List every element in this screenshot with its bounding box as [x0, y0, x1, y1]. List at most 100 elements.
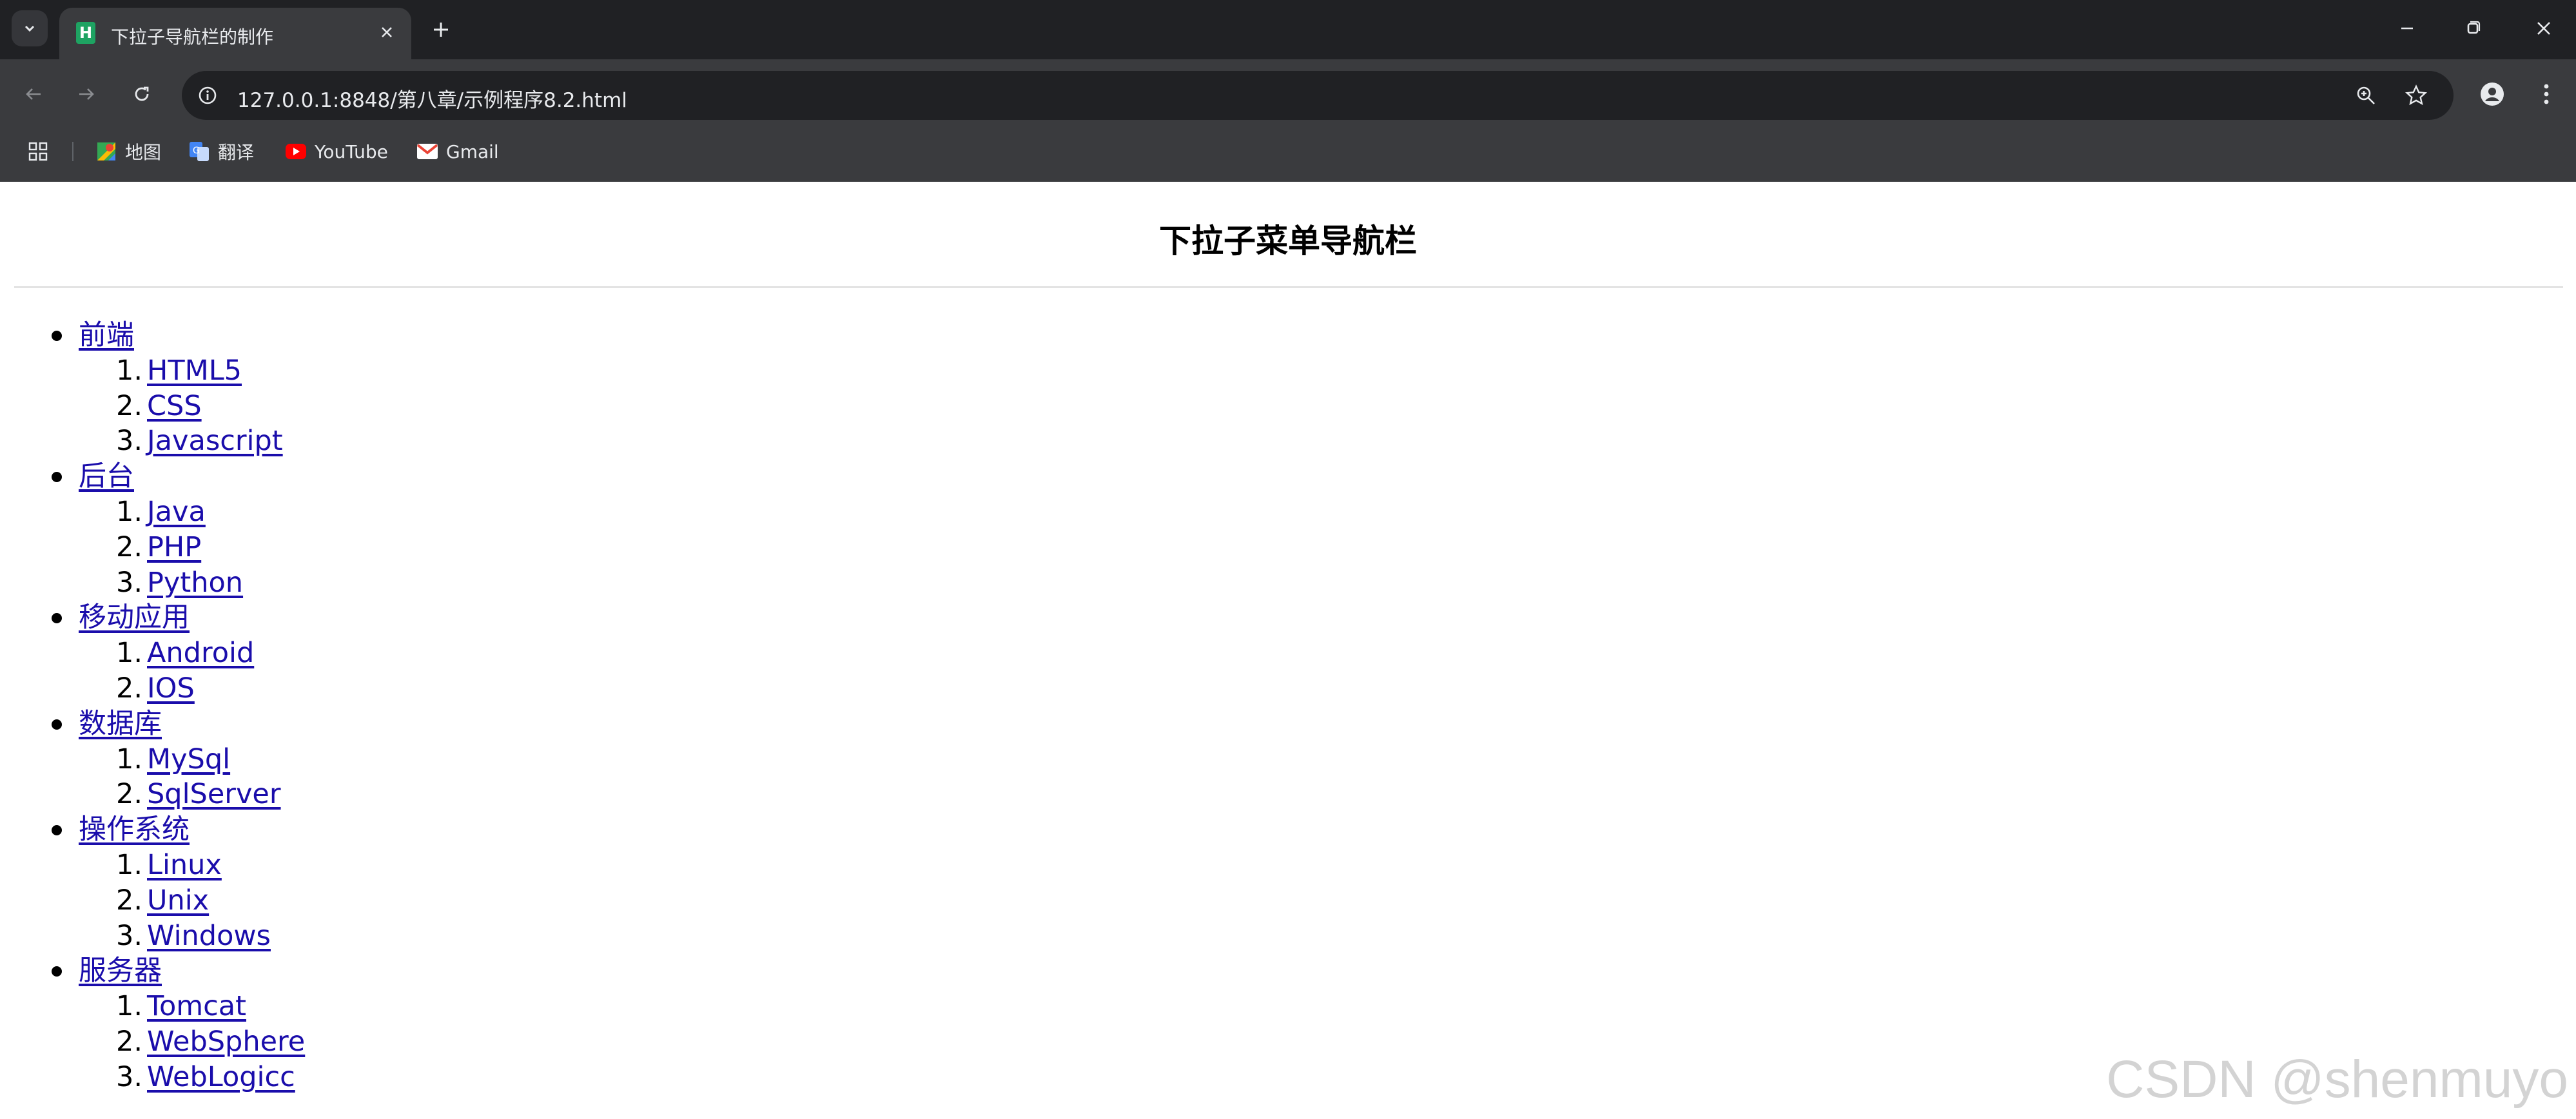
restore-icon [2467, 21, 2481, 34]
tab-strip: H 下拉子导航栏的制作 [0, 0, 2576, 61]
menu-link[interactable]: 数据库 [79, 708, 162, 740]
address-bar[interactable]: 127.0.0.1:8848/第八章/示例程序8.2.html [182, 71, 2454, 120]
menu-button[interactable] [2531, 79, 2562, 110]
menu-item-backend: 后台 1. Java 2. PHP 3. Python [0, 459, 305, 600]
submenu-item: 1. Android [116, 637, 255, 670]
submenu-item: 1. MySql [116, 743, 231, 775]
star-icon [2405, 84, 2427, 106]
apps-button[interactable] [27, 137, 49, 166]
submenu-item: 3. WebLogicc [116, 1060, 295, 1093]
submenu-link[interactable]: Unix [147, 884, 209, 917]
minimize-button[interactable] [2393, 14, 2421, 43]
plus-icon [434, 23, 448, 37]
submenu-link[interactable]: Python [147, 567, 243, 599]
bookmark-label: Gmail [446, 141, 499, 162]
menu-link[interactable]: 前端 [79, 319, 134, 351]
submenu-item: 1. Linux [116, 848, 222, 881]
submenu: 1. Java 2. PHP 3. Python [79, 494, 305, 600]
bookmark-youtube[interactable]: YouTube [285, 137, 388, 166]
submenu-link[interactable]: Tomcat [147, 990, 246, 1022]
tab-title: 下拉子导航栏的制作 [111, 26, 274, 48]
submenu: 1. Android 2. IOS [79, 636, 305, 706]
active-tab[interactable]: H 下拉子导航栏的制作 [59, 8, 411, 61]
submenu-link[interactable]: Windows [147, 920, 271, 952]
bookmark-gmail[interactable]: Gmail [416, 137, 499, 166]
back-button[interactable] [18, 79, 49, 110]
bookmark-star-button[interactable] [2403, 83, 2429, 108]
url-text[interactable]: 127.0.0.1:8848/第八章/示例程序8.2.html [237, 84, 627, 113]
submenu-item: 2. CSS [116, 389, 202, 422]
submenu-link[interactable]: Java [147, 496, 206, 528]
bookmark-translate[interactable]: G 翻译 [188, 137, 254, 166]
submenu-link[interactable]: Javascript [147, 425, 283, 457]
apps-grid-icon [28, 142, 48, 161]
arrow-left-icon [26, 88, 41, 100]
more-vert-icon [2544, 84, 2549, 104]
submenu-link[interactable]: WebSphere [147, 1026, 305, 1058]
zoom-button[interactable] [2353, 83, 2379, 108]
tab-search-button[interactable] [12, 10, 48, 46]
submenu-item: 1. Java [116, 495, 206, 528]
submenu: 1. Tomcat 2. WebSphere 3. WebLogicc [79, 989, 305, 1095]
reload-button[interactable] [126, 79, 157, 110]
submenu-link[interactable]: CSS [147, 390, 202, 422]
bookmark-label: 翻译 [218, 142, 255, 163]
translate-icon: G [188, 142, 210, 161]
forward-button[interactable] [71, 79, 102, 110]
menu-link[interactable]: 后台 [79, 460, 134, 492]
submenu-item: 1. Tomcat [116, 990, 247, 1023]
submenu-link[interactable]: Android [147, 637, 254, 669]
submenu-link[interactable]: HTML5 [147, 355, 242, 387]
avatar-icon [2481, 83, 2504, 106]
reload-icon [135, 86, 149, 101]
submenu-item: 2. Unix [116, 884, 210, 917]
svg-text:G: G [193, 146, 200, 156]
submenu: 1. HTML5 2. CSS 3. Javascript [79, 353, 305, 459]
bookmark-label: YouTube [315, 141, 388, 162]
bookmark-maps[interactable]: 地图 [95, 137, 161, 166]
submenu-link[interactable]: WebLogicc [147, 1061, 295, 1093]
window-close-button[interactable] [2530, 14, 2558, 43]
menu-item-server: 服务器 1. Tomcat 2. WebSphere 3. WebLogicc [0, 953, 305, 1095]
bookmark-label: 地图 [125, 142, 162, 163]
zoom-in-icon [2357, 86, 2375, 104]
menu-link[interactable]: 服务器 [79, 955, 162, 987]
close-icon [382, 27, 392, 37]
page-title: 下拉子菜单导航栏 [1159, 222, 1417, 260]
menu-link[interactable]: 移动应用 [79, 601, 190, 634]
close-icon [2537, 22, 2550, 35]
profile-button[interactable] [2477, 79, 2508, 110]
gmail-icon [416, 142, 438, 161]
arrow-right-icon [79, 88, 94, 100]
new-tab-button[interactable] [427, 15, 455, 44]
submenu-link[interactable]: PHP [147, 531, 201, 563]
restore-button[interactable] [2459, 14, 2487, 43]
info-icon [199, 86, 217, 104]
submenu-link[interactable]: IOS [147, 672, 195, 705]
submenu: 1. Linux 2. Unix 3. Windows [79, 848, 305, 953]
submenu-link[interactable]: Linux [147, 849, 222, 881]
title-divider [14, 286, 2563, 288]
watermark: CSDN @shenmuyo [2106, 1050, 2568, 1109]
submenu-item: 3. Windows [116, 919, 271, 952]
submenu-item: 2. IOS [116, 672, 195, 705]
submenu-link[interactable]: MySql [147, 743, 230, 775]
maps-icon [95, 142, 117, 161]
minimize-icon [2401, 27, 2413, 30]
submenu-item: 1. HTML5 [116, 354, 242, 387]
hbuilder-favicon-icon: H [76, 22, 95, 44]
submenu-link[interactable]: SqlServer [147, 778, 281, 810]
submenu-item: 2. PHP [116, 530, 202, 563]
bookmarks-separator [72, 142, 73, 161]
site-info-button[interactable] [195, 83, 220, 108]
nav-menu: 前端 1. HTML5 2. CSS 3. Javascript 后台 1. Java … [0, 318, 305, 1095]
tab-close-button[interactable] [374, 19, 400, 45]
youtube-icon [285, 142, 307, 161]
menu-link[interactable]: 操作系统 [79, 813, 190, 846]
submenu-item: 3. Javascript [116, 425, 283, 458]
submenu: 1. MySql 2. SqlServer [79, 742, 305, 813]
menu-item-os: 操作系统 1. Linux 2. Unix 3. Windows [0, 812, 305, 953]
submenu-item: 2. SqlServer [116, 778, 281, 811]
menu-item-frontend: 前端 1. HTML5 2. CSS 3. Javascript [0, 318, 305, 459]
submenu-item: 2. WebSphere [116, 1025, 306, 1058]
